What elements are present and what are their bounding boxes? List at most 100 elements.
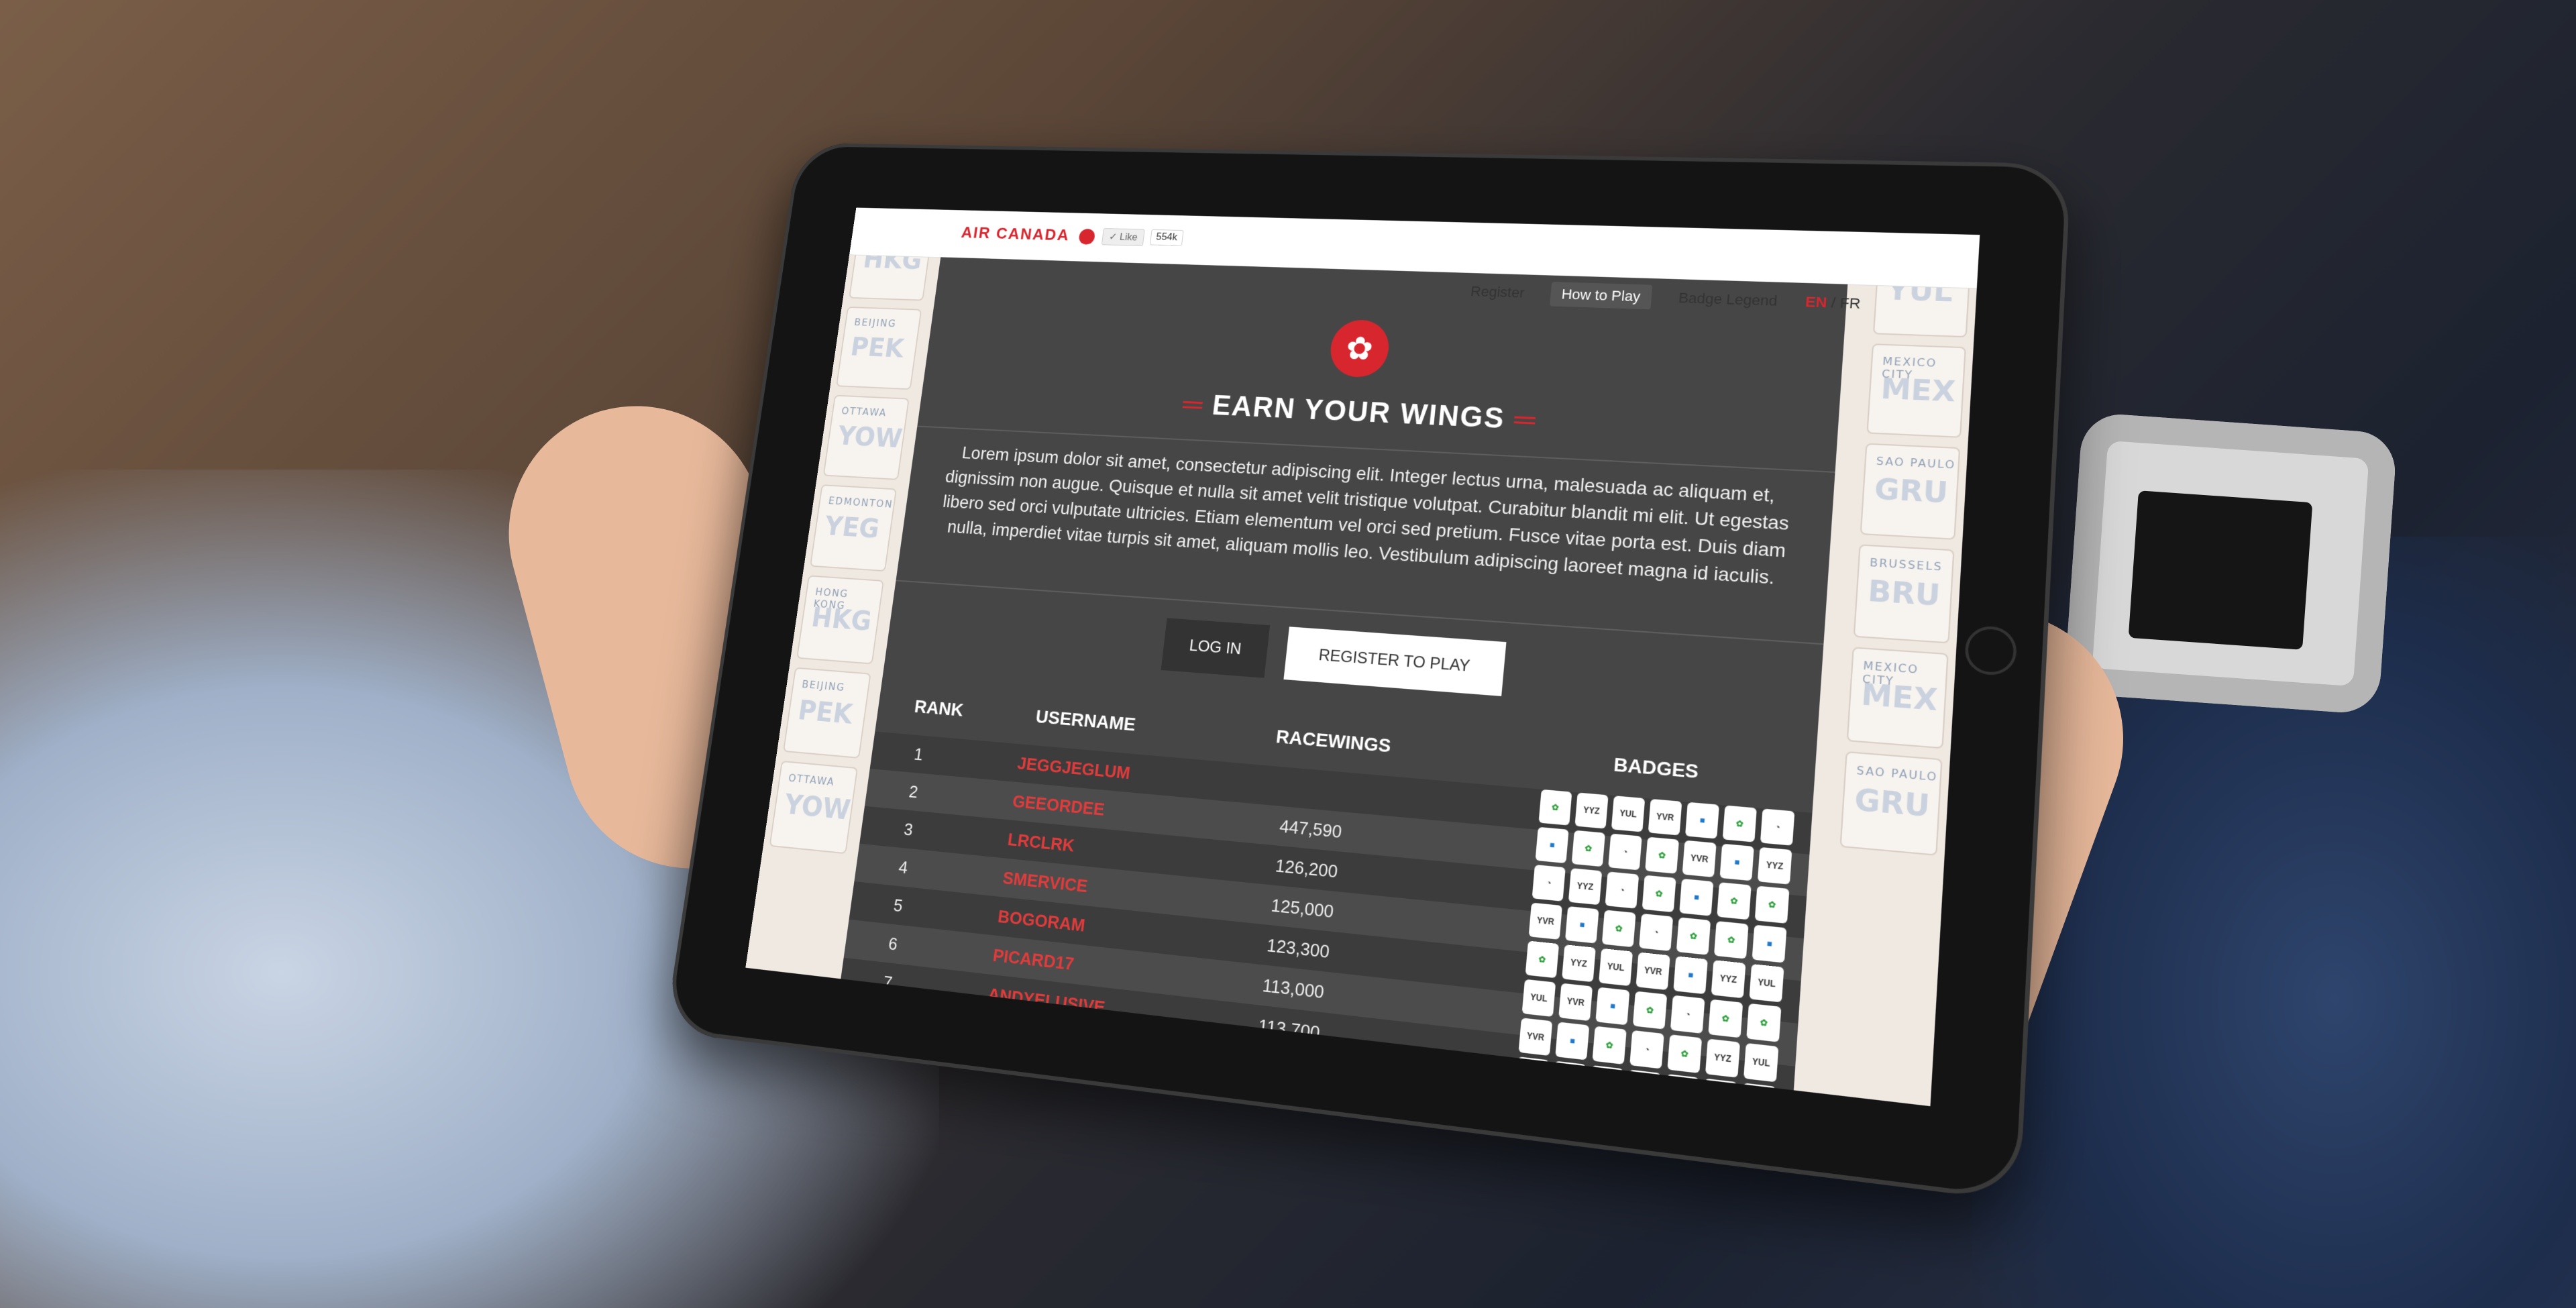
tile-code: MEX xyxy=(1880,372,1956,408)
plane-badge-icon[interactable]: ■ xyxy=(1565,906,1599,944)
maple-badge-icon[interactable]: ✿ xyxy=(1723,806,1757,842)
maple-badge-icon[interactable]: ✿ xyxy=(1676,917,1711,955)
thumbs-up-icon: ✓ xyxy=(1108,232,1118,243)
plane-badge-icon[interactable]: ■ xyxy=(1511,1095,1546,1106)
racewings-cell: 126,200 xyxy=(1275,855,1339,883)
maple-badge-icon[interactable]: ✿ xyxy=(1538,789,1572,826)
nav-badge-legend[interactable]: Badge Legend xyxy=(1678,290,1778,310)
facebook-like-button[interactable]: ✓ Like xyxy=(1102,228,1145,246)
airport-badge[interactable]: YYZ xyxy=(1568,868,1602,905)
maple-badge-icon[interactable]: ✿ xyxy=(1717,882,1751,920)
maple-badge-icon[interactable]: ✿ xyxy=(1708,999,1743,1038)
username-cell[interactable]: BOGORAM xyxy=(997,906,1086,936)
airport-badge[interactable]: YVR xyxy=(1519,1018,1553,1056)
airport-badge[interactable]: YUL xyxy=(1599,948,1633,986)
nav-register[interactable]: Register xyxy=(1470,283,1525,301)
logo-text: AIR CANADA xyxy=(960,223,1070,244)
airport-badge[interactable]: YVR xyxy=(1635,952,1670,991)
stopwatch-badge-icon[interactable]: ◔ xyxy=(1639,914,1673,951)
airport-badge[interactable]: YUL xyxy=(1743,1043,1778,1082)
airport-badge[interactable]: YYZ xyxy=(1758,847,1792,885)
home-button[interactable] xyxy=(1964,625,2018,677)
stopwatch-badge-icon[interactable]: ◔ xyxy=(1760,808,1794,845)
username-cell[interactable]: ANDYELUSIVE xyxy=(987,984,1106,1019)
lang-fr[interactable]: FR xyxy=(1839,294,1862,312)
maple-badge-icon[interactable]: ✿ xyxy=(1586,1105,1621,1106)
stopwatch-badge-icon[interactable]: ◔ xyxy=(1548,1100,1582,1106)
tile-city: BEIJING xyxy=(801,678,846,694)
stopwatch-badge-icon[interactable]: ◔ xyxy=(1629,1030,1664,1069)
airport-badge[interactable]: YUL xyxy=(1522,979,1556,1017)
tile-code: YOW xyxy=(836,421,904,453)
airport-badge[interactable]: YVR xyxy=(1682,840,1717,877)
rank-header: RANK xyxy=(913,696,965,721)
maple-badge-icon[interactable]: ✿ xyxy=(1755,886,1790,924)
username-cell[interactable]: LRCLRK xyxy=(1006,829,1075,856)
maple-emblem-icon: ✿ xyxy=(1328,319,1391,378)
maple-badge-icon[interactable]: ✿ xyxy=(1633,991,1667,1030)
racewings-header: RACEWINGS xyxy=(1275,726,1392,757)
nav-how-to-play[interactable]: How to Play xyxy=(1550,282,1652,309)
tile-city: BRUSSELS xyxy=(1870,556,1943,574)
airport-badge[interactable]: YYZ xyxy=(1574,792,1608,828)
airport-badge[interactable]: YYZ xyxy=(1711,960,1746,998)
username-cell[interactable]: CLOUDCHASER xyxy=(977,1062,1108,1100)
rank-cell: 5 xyxy=(892,895,904,916)
maple-badge-icon[interactable]: ✿ xyxy=(1602,910,1636,947)
air-canada-logo[interactable]: AIR CANADA xyxy=(960,223,1095,246)
plane-badge-icon[interactable]: ■ xyxy=(1673,956,1707,994)
maple-badge-icon[interactable]: ✿ xyxy=(1714,921,1749,959)
plane-badge-icon[interactable]: ■ xyxy=(1679,879,1713,916)
airport-badge[interactable]: YYZ xyxy=(1705,1039,1740,1078)
tile-city: OTTAWA xyxy=(841,405,888,419)
airport-badge[interactable]: YVR xyxy=(1648,799,1682,836)
maple-badge-icon[interactable]: ✿ xyxy=(1664,1074,1699,1106)
login-button[interactable]: LOG IN xyxy=(1161,618,1270,677)
maple-badge-icon[interactable]: ✿ xyxy=(1589,1065,1623,1104)
destination-tile: OTTAWA YOW xyxy=(823,395,910,480)
plane-badge-icon[interactable]: ■ xyxy=(1595,987,1629,1026)
maple-badge-icon[interactable]: ✿ xyxy=(1525,940,1559,978)
airport-badge[interactable]: YYZ xyxy=(1562,944,1596,982)
destination-tile: MEXICO CITY MEX xyxy=(1866,343,1966,438)
tile-code: GRU xyxy=(1854,782,1931,824)
stopwatch-badge-icon[interactable]: ◔ xyxy=(1608,834,1642,871)
maple-badge-icon[interactable]: ✿ xyxy=(1593,1026,1627,1065)
register-to-play-button[interactable]: REGISTER TO PLAY xyxy=(1283,626,1506,696)
plane-badge-icon[interactable]: ■ xyxy=(1720,844,1754,881)
maple-badge-icon[interactable]: ✿ xyxy=(1703,1079,1737,1106)
username-cell[interactable]: PICARD17 xyxy=(991,945,1075,975)
stopwatch-badge-icon[interactable]: ◔ xyxy=(1627,1070,1662,1107)
plane-badge-icon[interactable]: ■ xyxy=(1555,1022,1589,1060)
maple-badge-icon[interactable]: ✿ xyxy=(1741,1083,1776,1106)
stopwatch-badge-icon[interactable]: ◔ xyxy=(1670,995,1705,1034)
username-cell[interactable]: JEGGJEGLUM xyxy=(1016,753,1131,783)
airport-badge[interactable]: YYZ xyxy=(1552,1061,1586,1100)
stopwatch-badge-icon[interactable]: ◔ xyxy=(1532,865,1566,902)
airport-badge[interactable]: YUL xyxy=(1749,964,1784,1002)
maple-leaf-icon xyxy=(1078,229,1095,245)
maple-badge-icon[interactable]: ✿ xyxy=(1642,875,1676,913)
tile-code: PEK xyxy=(849,332,906,364)
username-cell[interactable]: SMERVICE xyxy=(1002,867,1089,897)
maple-badge-icon[interactable]: ✿ xyxy=(1746,1003,1781,1042)
plane-badge-icon[interactable]: ■ xyxy=(1685,802,1719,839)
racewings-cell: 113,000 xyxy=(1261,975,1325,1003)
title-text: EARN YOUR WINGS xyxy=(1211,390,1507,435)
leaderboard-row[interactable]: 80,500 xyxy=(822,1074,1787,1106)
airport-badge[interactable]: YVR xyxy=(1529,903,1562,940)
airport-badge[interactable]: YVR xyxy=(1558,983,1593,1022)
username-cell[interactable]: ALICIAJANELLE xyxy=(981,1023,1114,1060)
airport-badge[interactable]: YUL xyxy=(1611,796,1645,832)
plane-badge-icon[interactable]: ■ xyxy=(1536,827,1569,863)
lang-en[interactable]: EN xyxy=(1805,294,1827,311)
stopwatch-badge-icon[interactable]: ◔ xyxy=(1605,871,1640,908)
username-cell[interactable]: GEEORDEE xyxy=(1012,791,1106,820)
destination-tile: SAO PAULO GRU xyxy=(1860,443,1961,540)
maple-badge-icon[interactable]: ✿ xyxy=(1572,830,1605,867)
plane-badge-icon[interactable]: ■ xyxy=(1752,925,1787,963)
stopwatch-badge-icon[interactable]: ◔ xyxy=(1515,1056,1549,1095)
maple-badge-icon[interactable]: ✿ xyxy=(1667,1034,1702,1073)
racewings-cell: 110,100 xyxy=(1252,1056,1316,1085)
maple-badge-icon[interactable]: ✿ xyxy=(1645,837,1679,874)
